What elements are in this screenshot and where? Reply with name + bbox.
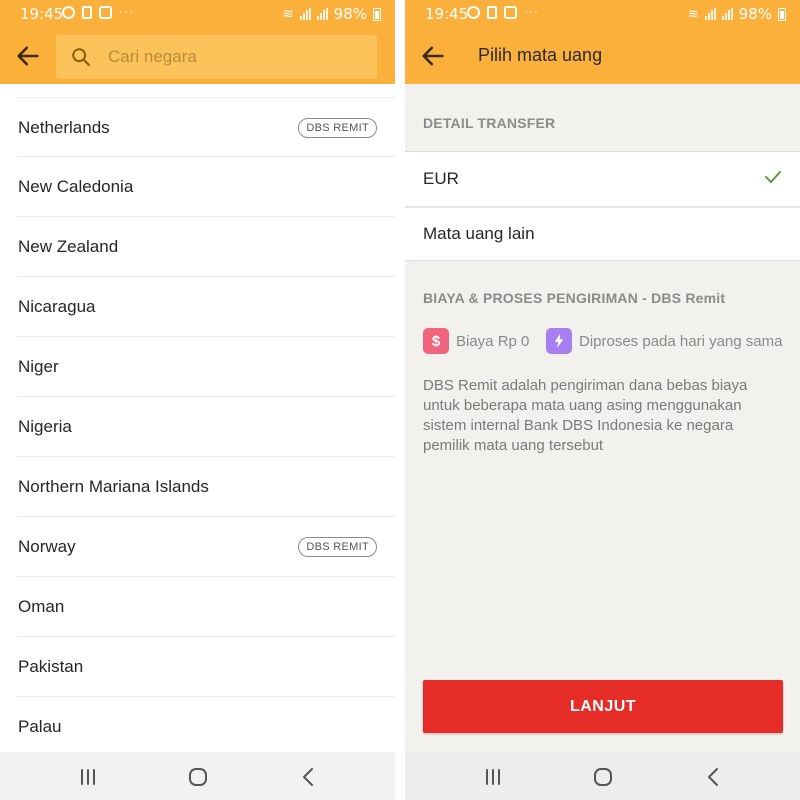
- country-select-screen: 19:45 ··· ≋ 98% Netherlands DBS REMIT New …: [0, 0, 395, 800]
- screen-divider: [395, 0, 405, 800]
- settings-notification-icon: [467, 6, 480, 19]
- section-fees-process: BIAYA & PROSES PENGIRIMAN - DBS Remit: [423, 290, 726, 306]
- tiktok-notification-icon: [82, 6, 92, 19]
- country-name: New Zealand: [18, 237, 119, 256]
- search-icon: [72, 48, 90, 66]
- android-nav-bar: [0, 752, 395, 800]
- country-list: Netherlands DBS REMIT New Caledonia New Zea…: [0, 97, 395, 757]
- search-input[interactable]: [108, 35, 368, 79]
- app-header: 19:45 ··· ≋ 98% Pilih mata uang: [405, 0, 800, 84]
- signal-2-icon: [721, 8, 733, 20]
- notification-icons: ···: [62, 4, 134, 19]
- page-title: Pilih mata uang: [478, 45, 603, 65]
- check-icon: [765, 171, 781, 183]
- battery-level: 98%: [738, 5, 772, 23]
- currency-option-other[interactable]: Mata uang lain: [405, 207, 800, 261]
- country-name: Niger: [18, 357, 59, 376]
- country-row[interactable]: Niger: [17, 337, 395, 397]
- more-notifications-icon: ···: [524, 4, 539, 18]
- battery-level: 98%: [333, 5, 367, 23]
- settings-notification-icon: [62, 6, 75, 19]
- status-time: 19:45: [425, 5, 469, 23]
- currency-label: EUR: [423, 169, 459, 188]
- tiktok-notification-icon: [487, 6, 497, 19]
- home-icon[interactable]: [591, 766, 615, 788]
- notification-icons: ···: [467, 4, 539, 19]
- country-name: Northern Mariana Islands: [18, 477, 209, 496]
- country-row[interactable]: Nicaragua: [17, 277, 395, 337]
- recent-apps-icon[interactable]: [481, 766, 505, 788]
- country-name: Palau: [18, 717, 62, 736]
- android-nav-bar: [405, 752, 800, 800]
- country-name: Nicaragua: [18, 297, 96, 316]
- status-time: 19:45: [20, 5, 64, 23]
- battery-icon: [373, 7, 381, 21]
- country-row[interactable]: Northern Mariana Islands: [17, 457, 395, 517]
- country-name: Pakistan: [18, 657, 84, 676]
- remit-description: DBS Remit adalah pengiriman dana bebas b…: [423, 377, 748, 454]
- dollar-icon: $: [423, 328, 449, 354]
- process-chip: Diproses pada hari yang sama: [546, 328, 782, 354]
- system-status: ≋ 98%: [283, 5, 381, 23]
- fee-label: Biaya Rp 0: [456, 332, 530, 350]
- country-row[interactable]: Netherlands DBS REMIT: [17, 97, 395, 157]
- country-name: Norway: [18, 537, 76, 556]
- system-status: ≋ 98%: [688, 5, 786, 23]
- dbs-remit-badge: DBS REMIT: [298, 118, 377, 138]
- country-row[interactable]: New Zealand: [17, 217, 395, 277]
- process-label: Diproses pada hari yang sama: [579, 332, 783, 350]
- country-name: New Caledonia: [18, 177, 134, 196]
- back-nav-icon[interactable]: [297, 766, 321, 788]
- signal-icon: [704, 8, 716, 20]
- continue-button[interactable]: LANJUT: [423, 680, 783, 733]
- country-row[interactable]: Norway DBS REMIT: [17, 517, 395, 577]
- country-name: Nigeria: [18, 417, 72, 436]
- status-bar: 19:45 ··· ≋ 98%: [0, 0, 395, 28]
- app-header: 19:45 ··· ≋ 98%: [0, 0, 395, 84]
- country-name: Netherlands: [18, 118, 110, 137]
- search-bar[interactable]: [56, 35, 377, 79]
- country-name: Oman: [18, 597, 65, 616]
- country-row[interactable]: Pakistan: [17, 637, 395, 697]
- home-icon[interactable]: [186, 766, 210, 788]
- battery-icon: [778, 7, 786, 21]
- section-detail-transfer: DETAIL TRANSFER: [423, 115, 556, 131]
- currency-option-eur[interactable]: EUR: [405, 152, 800, 206]
- country-row[interactable]: Oman: [17, 577, 395, 637]
- currency-options: EUR Mata uang lain: [405, 151, 800, 261]
- back-arrow-icon[interactable]: [419, 42, 447, 70]
- country-row[interactable]: Palau: [17, 697, 395, 757]
- back-nav-icon[interactable]: [702, 766, 726, 788]
- signal-icon: [299, 8, 311, 20]
- status-bar: 19:45 ··· ≋ 98%: [405, 0, 800, 28]
- wifi-icon: ≋: [282, 6, 294, 22]
- country-row[interactable]: Nigeria: [17, 397, 395, 457]
- back-arrow-icon[interactable]: [14, 42, 42, 70]
- message-notification-icon: [504, 6, 517, 19]
- signal-2-icon: [316, 8, 328, 20]
- currency-select-screen: 19:45 ··· ≋ 98% Pilih mata uang DETAIL T…: [405, 0, 800, 800]
- country-row[interactable]: New Caledonia: [17, 157, 395, 217]
- currency-label: Mata uang lain: [423, 224, 535, 243]
- dbs-remit-badge: DBS REMIT: [298, 537, 377, 557]
- message-notification-icon: [99, 6, 112, 19]
- recent-apps-icon[interactable]: [76, 766, 100, 788]
- more-notifications-icon: ···: [119, 4, 134, 18]
- wifi-icon: ≋: [687, 6, 699, 22]
- lightning-icon: [546, 328, 572, 354]
- fee-chip: $ Biaya Rp 0: [423, 328, 529, 354]
